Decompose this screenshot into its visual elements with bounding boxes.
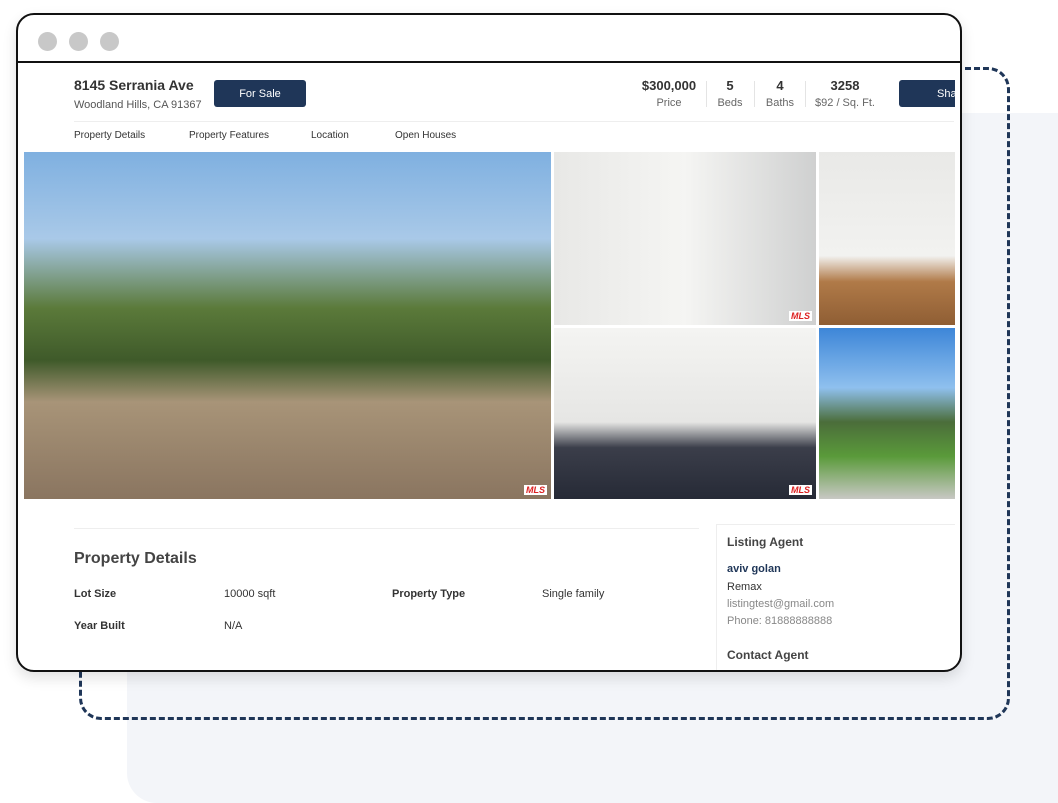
stat-baths: 4 Baths <box>765 78 795 109</box>
mls-watermark: MLS <box>789 311 812 321</box>
photo-front-yard[interactable] <box>819 328 955 499</box>
window-minimize-dot[interactable] <box>69 32 88 51</box>
contact-agent-title: Contact Agent <box>727 648 809 662</box>
lot-size-label: Lot Size <box>74 588 117 600</box>
window-maximize-dot[interactable] <box>100 32 119 51</box>
browser-window: 8145 Serrania Ave Woodland Hills, CA 913… <box>16 13 962 672</box>
window-close-dot[interactable] <box>38 32 57 51</box>
property-type-label: Property Type <box>392 588 466 600</box>
share-button[interactable]: Sha <box>899 80 955 107</box>
divider <box>754 81 755 107</box>
stat-beds: 5 Beds <box>717 78 743 109</box>
listing-agent-title: Listing Agent <box>727 535 804 549</box>
mls-watermark: MLS <box>789 485 812 495</box>
mls-watermark: MLS <box>524 485 547 495</box>
photo-bathroom[interactable]: MLS <box>554 152 816 325</box>
listing-city: Woodland Hills, CA 91367 <box>74 99 202 111</box>
stat-price: $300,000 Price <box>641 78 697 109</box>
photo-living-room[interactable] <box>819 152 955 325</box>
listing-address: 8145 Serrania Ave <box>74 77 194 93</box>
year-built-value: N/A <box>224 620 243 632</box>
agent-email[interactable]: listingtest@gmail.com <box>727 598 834 610</box>
divider <box>74 528 699 529</box>
photo-kitchen[interactable]: MLS <box>554 328 816 499</box>
tab-property-features[interactable]: Property Features <box>189 130 269 141</box>
divider <box>805 81 806 107</box>
agent-phone[interactable]: Phone: 81888888888 <box>727 615 832 627</box>
tab-location[interactable]: Location <box>311 130 349 141</box>
for-sale-button[interactable]: For Sale <box>214 80 306 107</box>
divider <box>74 121 954 122</box>
tab-open-houses[interactable]: Open Houses <box>395 130 456 141</box>
listing-page: 8145 Serrania Ave Woodland Hills, CA 913… <box>18 63 955 670</box>
year-built-label: Year Built <box>74 620 125 632</box>
listing-agent-card: Listing Agent aviv golan Remax listingte… <box>716 524 955 670</box>
agent-name[interactable]: aviv golan <box>727 563 781 575</box>
tab-property-details[interactable]: Property Details <box>74 130 145 141</box>
stat-sqft: 3258 $92 / Sq. Ft. <box>815 78 875 109</box>
lot-size-value: 10000 sqft <box>224 588 276 600</box>
agent-company: Remax <box>727 581 762 593</box>
property-details-title: Property Details <box>74 550 197 567</box>
property-type-value: Single family <box>542 588 605 600</box>
divider <box>706 81 707 107</box>
title-bar <box>18 15 960 63</box>
photo-backyard[interactable]: MLS <box>24 152 551 499</box>
